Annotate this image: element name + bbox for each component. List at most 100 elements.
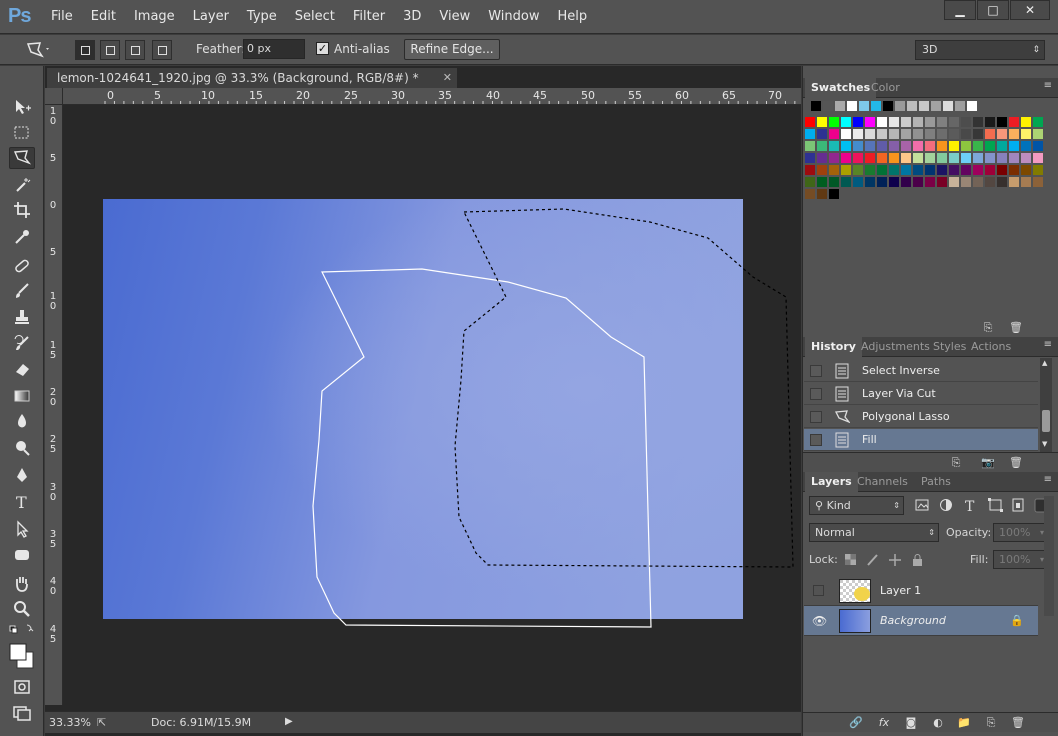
- ruler-origin[interactable]: [45, 88, 63, 105]
- swatch[interactable]: [877, 117, 887, 127]
- swatch[interactable]: [949, 165, 959, 175]
- delete-state-icon[interactable]: 🗑: [1009, 456, 1023, 470]
- swatch[interactable]: [829, 153, 839, 163]
- swatch[interactable]: [961, 129, 971, 139]
- antialias-checkbox[interactable]: ✓: [316, 42, 329, 55]
- tool-preset-picker[interactable]: [24, 40, 52, 60]
- swatch[interactable]: [805, 141, 815, 151]
- swatch[interactable]: [841, 153, 851, 163]
- swatch[interactable]: [1021, 117, 1031, 127]
- swatch[interactable]: [901, 117, 911, 127]
- swatch[interactable]: [901, 165, 911, 175]
- swatch[interactable]: [841, 141, 851, 151]
- swatch[interactable]: [835, 101, 845, 111]
- swatch[interactable]: [889, 165, 899, 175]
- swatch[interactable]: [949, 141, 959, 151]
- swatch[interactable]: [853, 117, 863, 127]
- folder-icon[interactable]: 📁: [957, 716, 971, 730]
- swatch[interactable]: [865, 153, 875, 163]
- swatch[interactable]: [1009, 141, 1019, 151]
- layers-scrollbar[interactable]: [1044, 496, 1054, 616]
- history-scroll-thumb[interactable]: [1042, 410, 1050, 432]
- swatch[interactable]: [817, 129, 827, 139]
- swatch[interactable]: [805, 153, 815, 163]
- swatch[interactable]: [997, 177, 1007, 187]
- refine-edge-button[interactable]: Refine Edge...: [404, 39, 500, 60]
- panel-menu-icon[interactable]: ≡: [1044, 80, 1052, 91]
- swatch[interactable]: [997, 153, 1007, 163]
- path-selection-tool[interactable]: [9, 518, 35, 540]
- swatch[interactable]: [901, 129, 911, 139]
- zoom-tool[interactable]: [9, 598, 35, 620]
- swatch[interactable]: [829, 165, 839, 175]
- fill-input[interactable]: 100% ▾: [993, 550, 1048, 569]
- layer-name[interactable]: Layer 1: [880, 584, 921, 597]
- swatch[interactable]: [889, 177, 899, 187]
- swatch[interactable]: [817, 141, 827, 151]
- swatch[interactable]: [1021, 177, 1031, 187]
- eraser-tool[interactable]: [9, 358, 35, 380]
- swatch[interactable]: [823, 101, 833, 111]
- swatch[interactable]: [973, 141, 983, 151]
- swatch[interactable]: [817, 117, 827, 127]
- swatch[interactable]: [997, 129, 1007, 139]
- maximize-button[interactable]: □: [977, 0, 1009, 20]
- scroll-down-icon[interactable]: ▼: [1042, 440, 1047, 448]
- add-selection-mode[interactable]: [100, 40, 120, 60]
- eyedropper-tool[interactable]: [9, 226, 35, 248]
- new-document-from-state-icon[interactable]: ⎘: [949, 456, 963, 470]
- type-tool[interactable]: T: [9, 491, 35, 513]
- tab-adjustments[interactable]: Adjustments: [855, 337, 936, 357]
- swatch[interactable]: [973, 165, 983, 175]
- history-source-checkbox[interactable]: [810, 434, 822, 446]
- screen-mode-tool[interactable]: [9, 702, 35, 724]
- swatch[interactable]: [925, 141, 935, 151]
- swatch[interactable]: [889, 117, 899, 127]
- swatch[interactable]: [961, 177, 971, 187]
- swatch[interactable]: [997, 141, 1007, 151]
- swatch[interactable]: [817, 189, 827, 199]
- delete-swatch-icon[interactable]: 🗑: [1009, 321, 1023, 335]
- swatch[interactable]: [841, 129, 851, 139]
- swatch[interactable]: [997, 165, 1007, 175]
- history-item[interactable]: Select Inverse: [804, 360, 1038, 382]
- history-source-checkbox[interactable]: [810, 365, 822, 377]
- link-layers-icon[interactable]: 🔗: [849, 716, 863, 730]
- fx-icon[interactable]: fx: [877, 716, 891, 730]
- swatch[interactable]: [985, 141, 995, 151]
- swatch[interactable]: [973, 153, 983, 163]
- swatch[interactable]: [985, 165, 995, 175]
- swatch[interactable]: [997, 117, 1007, 127]
- swatch[interactable]: [943, 101, 953, 111]
- menu-window[interactable]: Window: [479, 9, 548, 24]
- tab-history[interactable]: History: [805, 337, 862, 357]
- swatch[interactable]: [877, 141, 887, 151]
- swatch[interactable]: [1021, 141, 1031, 151]
- swatch[interactable]: [889, 153, 899, 163]
- panel-menu-icon[interactable]: ≡: [1044, 474, 1052, 485]
- history-item[interactable]: Layer Via Cut: [804, 383, 1038, 405]
- swatch[interactable]: [937, 153, 947, 163]
- swatch[interactable]: [961, 165, 971, 175]
- swatch[interactable]: [877, 177, 887, 187]
- swatch[interactable]: [877, 165, 887, 175]
- swatch[interactable]: [829, 117, 839, 127]
- swatch[interactable]: [1009, 117, 1019, 127]
- swatch[interactable]: [853, 153, 863, 163]
- swatch[interactable]: [925, 129, 935, 139]
- document-tab[interactable]: lemon-1024641_1920.jpg @ 33.3% (Backgrou…: [47, 68, 457, 88]
- ruler-vertical[interactable]: 1 0 5 0 5 1 0 1 5 2 0 2 5 3 0 3 5 4 0 4 …: [45, 105, 63, 705]
- layer-row[interactable]: Layer 1: [804, 576, 1038, 606]
- swatch[interactable]: [949, 177, 959, 187]
- swatch[interactable]: [1009, 129, 1019, 139]
- swatch[interactable]: [805, 189, 815, 199]
- swatch[interactable]: [865, 165, 875, 175]
- new-snapshot-icon[interactable]: 📷: [981, 456, 995, 470]
- swatch[interactable]: [817, 165, 827, 175]
- swatch[interactable]: [919, 101, 929, 111]
- dodge-tool[interactable]: [9, 437, 35, 459]
- swatch[interactable]: [913, 129, 923, 139]
- visibility-toggle[interactable]: [813, 585, 824, 596]
- swatch[interactable]: [865, 141, 875, 151]
- scroll-up-icon[interactable]: ▲: [1042, 359, 1047, 367]
